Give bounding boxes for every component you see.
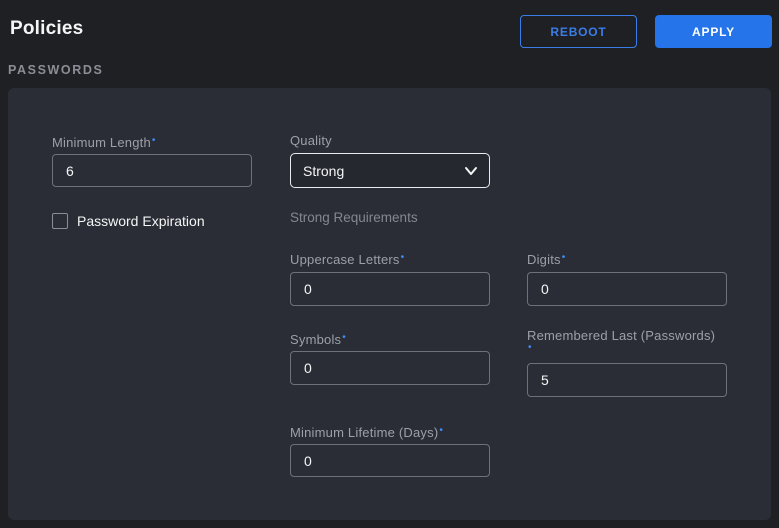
uppercase-letters-input[interactable] bbox=[290, 272, 490, 306]
required-dot: • bbox=[528, 343, 737, 352]
remembered-last-label: Remembered Last (Passwords)• bbox=[527, 328, 737, 352]
remembered-last-input[interactable] bbox=[527, 363, 727, 397]
required-dot: • bbox=[342, 332, 346, 343]
digits-label: Digits• bbox=[527, 250, 565, 267]
page-title: Policies bbox=[10, 18, 83, 40]
apply-button[interactable]: APPLY bbox=[655, 15, 772, 48]
reboot-button[interactable]: REBOOT bbox=[520, 15, 637, 48]
symbols-label: Symbols• bbox=[290, 330, 346, 347]
minimum-length-label: Minimum Length• bbox=[52, 133, 156, 150]
passwords-section-label: PASSWORDS bbox=[8, 63, 103, 77]
password-expiration-row[interactable]: Password Expiration bbox=[52, 213, 205, 229]
minimum-lifetime-label: Minimum Lifetime (Days)• bbox=[290, 423, 443, 440]
required-dot: • bbox=[152, 135, 156, 146]
strong-requirements-label: Strong Requirements bbox=[290, 210, 418, 225]
password-expiration-label: Password Expiration bbox=[77, 213, 205, 229]
symbols-input[interactable] bbox=[290, 351, 490, 385]
digits-input[interactable] bbox=[527, 272, 727, 306]
quality-select-wrap: Strong bbox=[290, 153, 490, 188]
password-expiration-checkbox[interactable] bbox=[52, 213, 68, 229]
required-dot: • bbox=[401, 252, 405, 263]
quality-label: Quality bbox=[290, 133, 332, 148]
required-dot: • bbox=[562, 252, 566, 263]
passwords-panel: Minimum Length• Quality Strong Password … bbox=[8, 88, 771, 520]
minimum-lifetime-input[interactable] bbox=[290, 444, 490, 477]
uppercase-letters-label: Uppercase Letters• bbox=[290, 250, 404, 267]
minimum-length-input[interactable] bbox=[52, 154, 252, 187]
quality-select[interactable]: Strong bbox=[290, 153, 490, 188]
required-dot: • bbox=[439, 425, 443, 436]
